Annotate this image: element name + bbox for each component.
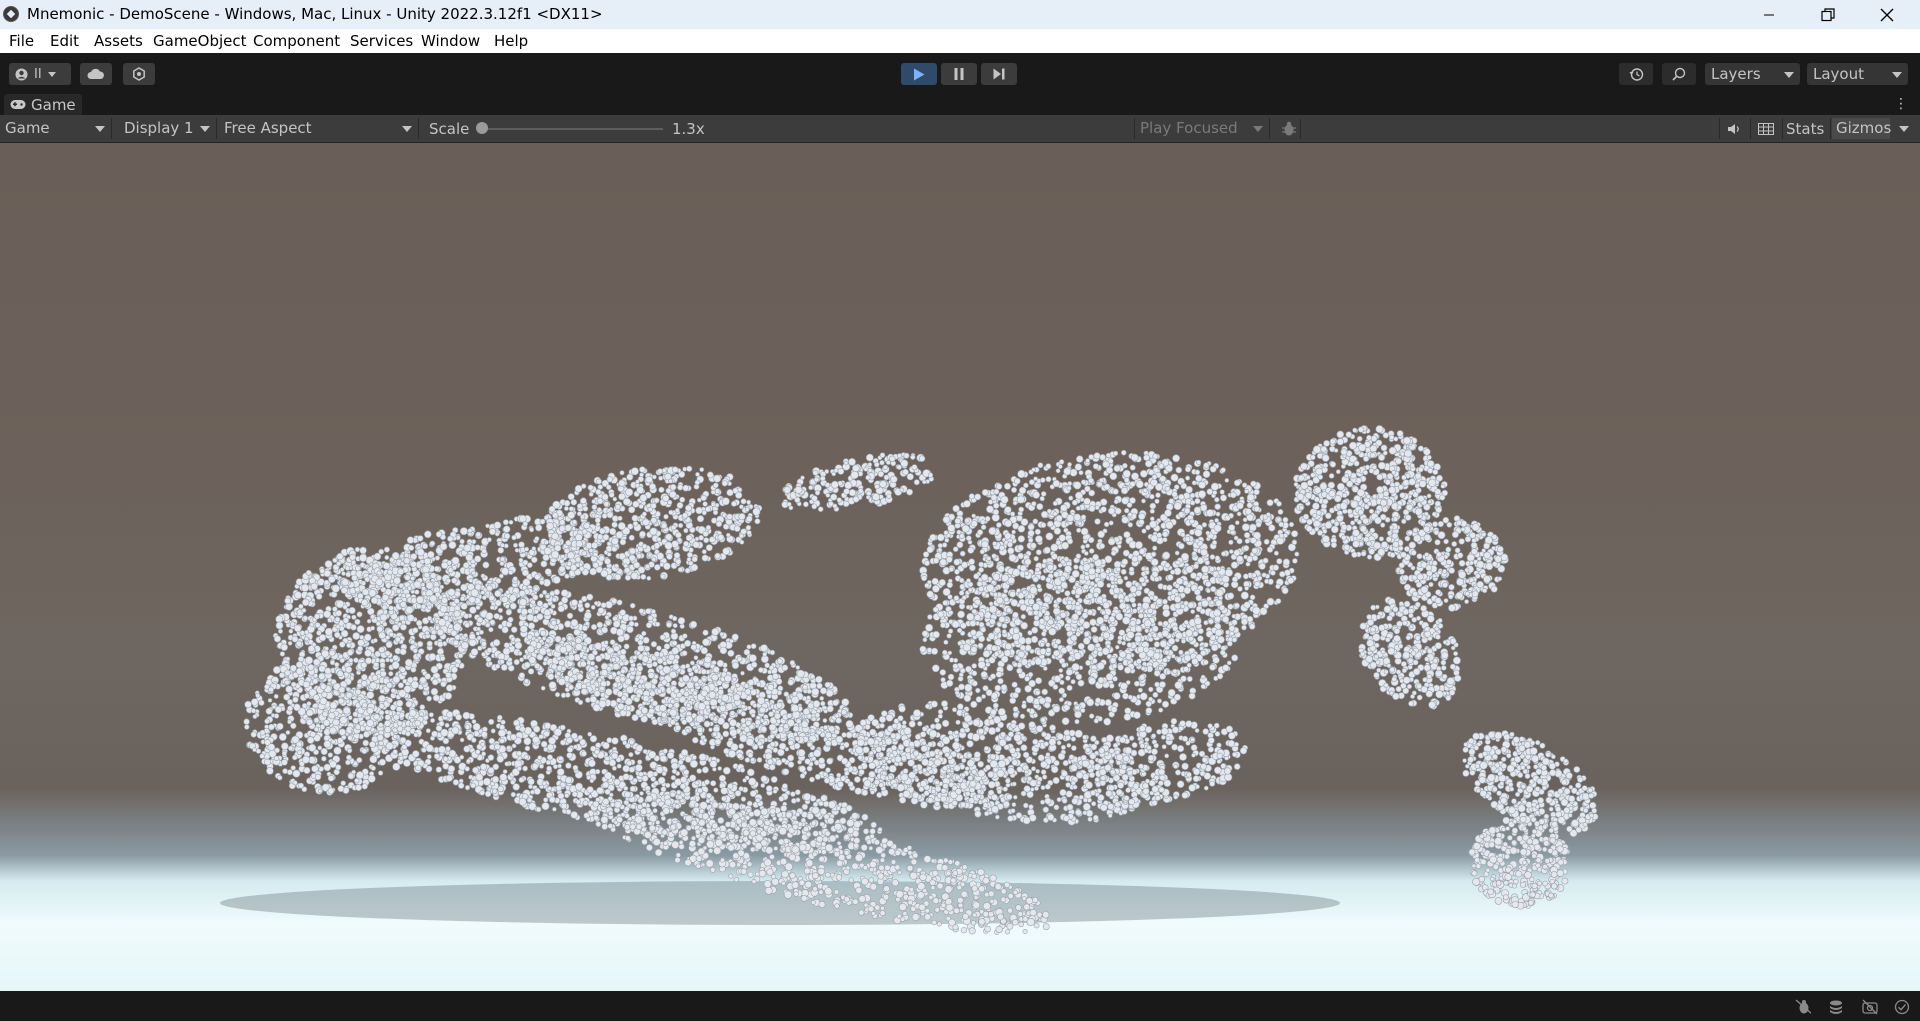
game-view-toolbar: Game Display 1 Free Aspect Scale 1.3x Pl… xyxy=(0,115,1920,143)
chevron-down-icon xyxy=(1784,72,1794,78)
toolbar-separator xyxy=(1750,118,1751,139)
minimize-button[interactable] xyxy=(1740,0,1798,29)
view-mode-value: Game xyxy=(5,119,50,137)
cloud-button[interactable] xyxy=(80,63,112,85)
display-value: Display 1 xyxy=(124,119,194,137)
account-icon xyxy=(15,68,28,80)
step-button[interactable] xyxy=(981,63,1017,85)
close-icon xyxy=(1880,8,1894,21)
grid-toggle[interactable] xyxy=(1753,119,1779,139)
unity-icon xyxy=(3,6,19,22)
menu-file[interactable]: File xyxy=(9,32,34,50)
gizmos-label: Gizmos xyxy=(1836,119,1892,137)
display-dropdown[interactable]: Display 1 xyxy=(119,118,217,139)
services-button[interactable] xyxy=(123,63,155,85)
chevron-down-icon xyxy=(200,126,210,132)
layout-label: Layout xyxy=(1813,65,1864,83)
step-icon xyxy=(993,68,1005,80)
account-button[interactable]: II xyxy=(9,63,71,85)
account-label: II xyxy=(34,66,42,82)
menu-services[interactable]: Services xyxy=(350,32,413,50)
restore-button[interactable] xyxy=(1799,0,1857,29)
title-bar: Mnemonic - DemoScene - Windows, Mac, Lin… xyxy=(0,0,1920,29)
scale-slider-handle[interactable] xyxy=(476,122,488,134)
window-title: Mnemonic - DemoScene - Windows, Mac, Lin… xyxy=(27,5,603,23)
status-bar xyxy=(0,991,1920,1021)
search-button[interactable] xyxy=(1662,63,1696,85)
history-icon xyxy=(1629,67,1643,81)
gamepad-icon xyxy=(10,100,26,109)
chevron-down-icon xyxy=(1253,126,1263,132)
kebab-menu-icon[interactable]: ⋮ xyxy=(1894,96,1908,112)
cloud-icon xyxy=(87,68,104,79)
layout-dropdown[interactable]: Layout xyxy=(1807,63,1908,85)
main-toolbar: II Layers Layout xyxy=(0,53,1920,92)
play-icon xyxy=(914,68,925,80)
tab-label: Game xyxy=(31,95,76,114)
toolbar-separator xyxy=(1782,118,1783,139)
aspect-value: Free Aspect xyxy=(224,119,312,137)
aspect-dropdown[interactable]: Free Aspect xyxy=(219,118,419,139)
scale-slider-track[interactable] xyxy=(483,128,663,130)
chevron-down-icon xyxy=(1899,126,1909,132)
stack-icon[interactable] xyxy=(1828,999,1844,1015)
point-cloud-render xyxy=(220,425,1599,935)
menu-bar: File Edit Assets GameObject Component Se… xyxy=(0,29,1920,53)
chevron-down-icon xyxy=(402,126,412,132)
scale-label: Scale xyxy=(429,120,470,138)
play-mode-value: Play Focused xyxy=(1140,119,1238,137)
toolbar-separator xyxy=(1719,118,1720,139)
chevron-down-icon xyxy=(1892,72,1902,78)
debug-toggle[interactable] xyxy=(1278,119,1301,139)
chevron-down-icon xyxy=(95,126,105,132)
bug-icon xyxy=(1282,121,1296,136)
gizmos-button[interactable]: Gizmos xyxy=(1832,118,1892,139)
gizmos-dropdown-arrow[interactable] xyxy=(1891,118,1917,139)
grid-icon xyxy=(1758,123,1774,135)
history-button[interactable] xyxy=(1619,63,1653,85)
close-button[interactable] xyxy=(1858,0,1916,29)
scale-value: 1.3x xyxy=(672,120,705,138)
layers-label: Layers xyxy=(1711,65,1761,83)
speaker-icon xyxy=(1728,124,1739,134)
tab-game[interactable]: Game xyxy=(4,94,82,115)
search-icon xyxy=(1672,67,1686,81)
menu-edit[interactable]: Edit xyxy=(50,32,79,50)
view-mode-dropdown[interactable]: Game xyxy=(0,118,112,139)
play-mode-dropdown[interactable]: Play Focused xyxy=(1134,118,1270,139)
minimize-icon xyxy=(1764,14,1774,15)
restore-icon xyxy=(1821,7,1835,21)
check-circle-icon[interactable] xyxy=(1894,999,1910,1015)
services-gear-icon xyxy=(133,67,145,81)
menu-window[interactable]: Window xyxy=(421,32,480,50)
menu-help[interactable]: Help xyxy=(494,32,528,50)
menu-component[interactable]: Component xyxy=(253,32,340,50)
mute-audio-toggle[interactable] xyxy=(1722,119,1746,139)
menu-assets[interactable]: Assets xyxy=(94,32,143,50)
camera-off-icon[interactable] xyxy=(1862,999,1878,1015)
play-button[interactable] xyxy=(901,63,937,85)
debug-off-icon[interactable] xyxy=(1795,999,1811,1015)
game-viewport[interactable] xyxy=(0,143,1920,991)
layers-dropdown[interactable]: Layers xyxy=(1705,63,1800,85)
pause-button[interactable] xyxy=(941,63,977,85)
stats-button[interactable]: Stats xyxy=(1786,120,1824,138)
menu-gameobject[interactable]: GameObject xyxy=(153,32,247,50)
tab-bar: Game ⋮ xyxy=(0,92,1920,115)
pause-icon xyxy=(954,68,964,80)
chevron-down-icon xyxy=(47,71,56,77)
toolbar-separator xyxy=(1830,118,1831,139)
